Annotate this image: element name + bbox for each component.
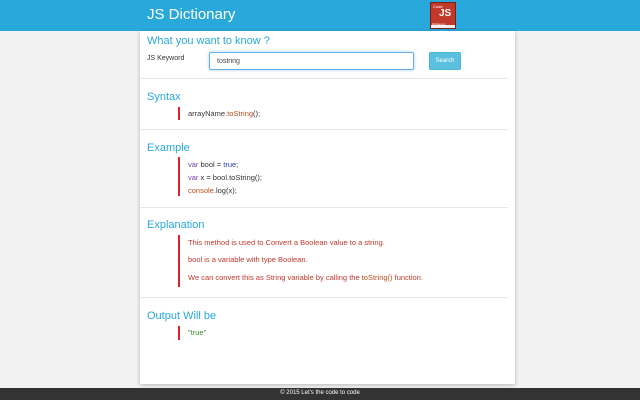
divider bbox=[140, 297, 508, 298]
divider bbox=[140, 207, 508, 208]
example-line-3: console.log(x); bbox=[188, 186, 237, 195]
output-value: "true" bbox=[188, 328, 207, 337]
boolean-literal: true bbox=[223, 160, 237, 169]
syntax-heading: Syntax bbox=[147, 91, 181, 103]
divider bbox=[140, 129, 508, 130]
search-heading: What you want to know ? bbox=[147, 35, 270, 47]
syntax-code: arrayName.toString(); bbox=[188, 109, 260, 118]
js-dictionary-logo: Code JS Dictionary bbox=[430, 2, 456, 29]
search-button[interactable]: Search bbox=[429, 52, 461, 70]
explanation-line-2: bool is a variable with type Boolean. bbox=[188, 255, 308, 264]
footer: © 2015 Let's the code to code bbox=[0, 388, 640, 400]
keyword-label: JS Keyword bbox=[147, 55, 185, 62]
app-title[interactable]: JS Dictionary bbox=[147, 6, 235, 23]
output-accent-bar bbox=[178, 326, 180, 340]
code-rest: x = bool.toString(); bbox=[198, 173, 263, 182]
variable-assign: bool = bbox=[198, 160, 224, 169]
output-heading: Output Will be bbox=[147, 310, 217, 322]
console-object: console bbox=[188, 186, 214, 195]
explanation-heading: Explanation bbox=[147, 219, 205, 231]
logo-book-pages bbox=[431, 25, 455, 28]
top-navbar: JS Dictionary Code JS Dictionary bbox=[0, 0, 640, 31]
example-heading: Example bbox=[147, 142, 190, 154]
main-card: What you want to know ? JS Keyword Searc… bbox=[140, 31, 515, 384]
footer-text: © 2015 Let's the code to code bbox=[280, 390, 360, 396]
example-line-1: var bool = true; bbox=[188, 160, 238, 169]
explanation-text: We can convert this as String variable b… bbox=[188, 273, 362, 282]
code-rest: .log(x); bbox=[213, 186, 237, 195]
explanation-method: toString() bbox=[361, 273, 393, 282]
explanation-accent-bar bbox=[178, 235, 180, 287]
keyword-var: var bbox=[188, 173, 199, 182]
semicolon: ; bbox=[236, 160, 239, 169]
syntax-call: (); bbox=[253, 109, 261, 118]
explanation-line-3: We can convert this as String variable b… bbox=[188, 273, 423, 282]
example-line-2: var x = bool.toString(); bbox=[188, 173, 262, 182]
logo-js-text: JS bbox=[439, 8, 452, 19]
divider bbox=[140, 78, 508, 79]
syntax-method: toString bbox=[227, 109, 254, 118]
keyword-input[interactable] bbox=[209, 52, 414, 70]
keyword-var: var bbox=[188, 160, 199, 169]
syntax-accent-bar bbox=[178, 107, 180, 120]
example-accent-bar bbox=[178, 157, 180, 196]
explanation-line-1: This method is used to Convert a Boolean… bbox=[188, 238, 385, 247]
explanation-text: function. bbox=[392, 273, 423, 282]
syntax-object: arrayName. bbox=[188, 109, 228, 118]
